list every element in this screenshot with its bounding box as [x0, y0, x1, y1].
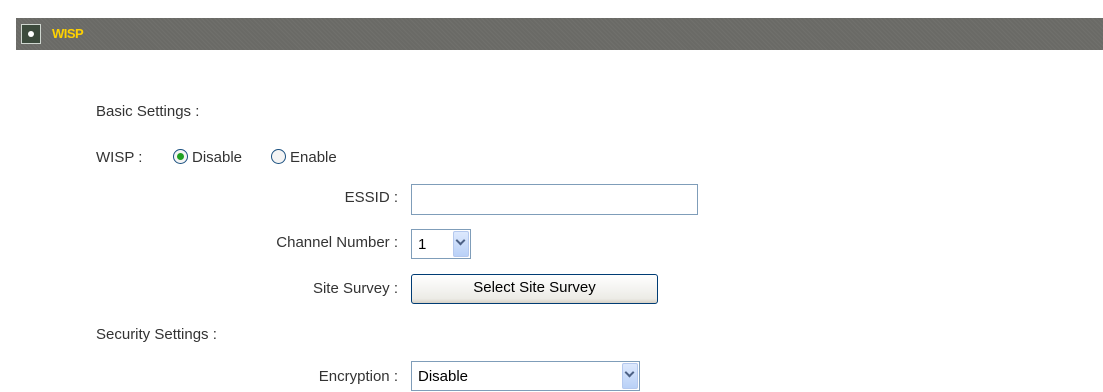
chevron-down-icon[interactable] — [453, 231, 469, 257]
wisp-label: WISP : — [96, 149, 143, 166]
site-survey-label: Site Survey : — [312, 280, 398, 297]
section-header: WISP — [16, 18, 1103, 50]
basic-settings-heading: Basic Settings : — [96, 103, 200, 120]
wisp-enable-label[interactable]: Enable — [290, 149, 337, 166]
security-settings-heading: Security Settings : — [96, 326, 217, 343]
encryption-value: Disable — [418, 368, 469, 385]
wisp-disable-label[interactable]: Disable — [192, 149, 242, 166]
essid-label: ESSID : — [344, 189, 398, 206]
channel-number-label: Channel Number : — [276, 234, 398, 251]
select-site-survey-button[interactable]: Select Site Survey — [411, 274, 658, 304]
chevron-down-icon[interactable] — [622, 363, 638, 389]
channel-number-value: 1 — [418, 236, 427, 253]
section-title: WISP — [52, 26, 84, 41]
encryption-label: Encryption : — [318, 368, 398, 385]
essid-input[interactable] — [411, 184, 698, 215]
encryption-select[interactable]: Disable — [411, 361, 640, 391]
radio-dot-icon — [21, 24, 41, 44]
wisp-enable-radio[interactable] — [271, 149, 286, 164]
wisp-disable-radio[interactable] — [173, 149, 188, 164]
channel-number-select[interactable]: 1 — [411, 229, 471, 259]
